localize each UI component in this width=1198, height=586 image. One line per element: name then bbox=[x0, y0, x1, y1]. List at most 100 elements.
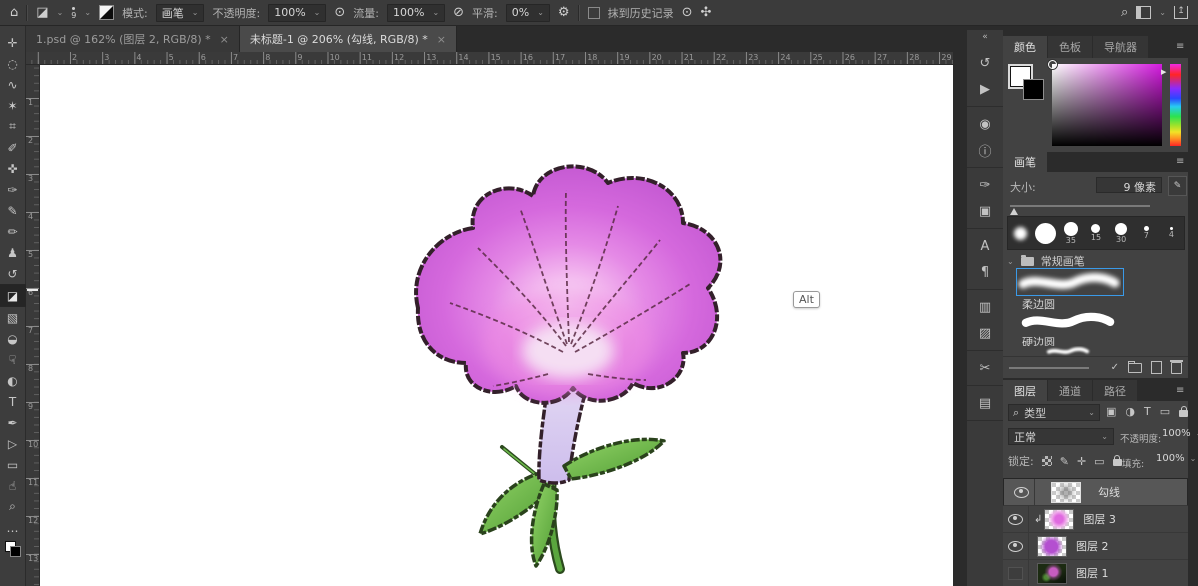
layer-row[interactable]: 图层 1 bbox=[1003, 560, 1188, 586]
clone-source-panel-icon[interactable]: ▣ bbox=[973, 202, 997, 220]
search-icon[interactable]: ⌕ bbox=[1121, 6, 1128, 19]
horizontal-ruler[interactable]: 2345678910111213141516171819202122232425… bbox=[26, 52, 953, 65]
share-icon[interactable]: ↥ bbox=[1174, 6, 1188, 19]
hue-strip[interactable] bbox=[1170, 64, 1181, 146]
shape-tool[interactable]: ▭ bbox=[1, 454, 25, 475]
layer-fill-select[interactable]: 100% ⌄ bbox=[1156, 453, 1196, 464]
layer-row[interactable]: 图层 2 bbox=[1003, 533, 1188, 560]
background-color-swatch[interactable] bbox=[1023, 79, 1044, 100]
crop-tool[interactable]: ⌗ bbox=[1, 116, 25, 137]
marquee-tool[interactable]: ◌ bbox=[1, 53, 25, 74]
close-icon[interactable]: × bbox=[437, 33, 446, 46]
airbrush-icon[interactable]: ⊘ bbox=[453, 6, 464, 19]
layer-row[interactable]: ↲图层 3 bbox=[1003, 506, 1188, 533]
eraser-tool-icon[interactable]: ◪ bbox=[36, 6, 48, 19]
brush-settings-toggle-button[interactable]: ✎ bbox=[1168, 176, 1187, 196]
filter-pixel-layers-icon[interactable]: ▣ bbox=[1106, 405, 1116, 418]
gear-icon[interactable]: ⚙ bbox=[558, 6, 570, 19]
panel-menu-icon[interactable]: ≡ bbox=[1176, 385, 1194, 396]
blur-tool[interactable]: ◒ bbox=[1, 328, 25, 349]
layer-filter-select[interactable]: ⌕ 类型 ⌄ bbox=[1008, 404, 1100, 421]
pressure-opacity-icon[interactable]: ⊙ bbox=[334, 6, 345, 19]
blend-mode-select[interactable]: 正常 ⌄ bbox=[1008, 428, 1114, 445]
chevron-down-icon[interactable]: ⌄ bbox=[57, 8, 64, 17]
layer-opacity-select[interactable]: 100% ⌄ bbox=[1162, 428, 1198, 439]
filter-adjustment-layers-icon[interactable]: ◑ bbox=[1125, 405, 1135, 418]
new-group-icon[interactable] bbox=[1128, 363, 1142, 373]
canvas[interactable] bbox=[40, 65, 953, 586]
brush-preset[interactable]: 15 bbox=[1083, 217, 1108, 249]
layer-thumbnail[interactable] bbox=[1037, 563, 1067, 584]
vertical-ruler[interactable]: 12345678910111213 bbox=[26, 65, 40, 586]
hidden-eye-box[interactable] bbox=[1008, 567, 1023, 580]
lock-all-icon[interactable] bbox=[1113, 459, 1122, 466]
color-field-cursor[interactable] bbox=[1048, 60, 1057, 69]
filter-type-layers-icon[interactable]: T bbox=[1144, 405, 1151, 418]
panel-menu-icon[interactable]: ≡ bbox=[1176, 41, 1183, 52]
brush-folder-row[interactable]: ⌄ 常规画笔 bbox=[1007, 253, 1085, 269]
close-icon[interactable]: × bbox=[220, 33, 229, 46]
layer-row[interactable]: 勾线 bbox=[1003, 478, 1188, 506]
character-panel-icon[interactable]: A bbox=[973, 237, 997, 255]
tab-layers[interactable]: 图层 bbox=[1003, 380, 1048, 401]
layer-thumbnail[interactable] bbox=[1044, 509, 1074, 530]
hand-tool[interactable]: ☝ bbox=[1, 475, 25, 496]
home-icon[interactable]: ⌂ bbox=[10, 6, 18, 19]
eye-icon[interactable] bbox=[1008, 541, 1023, 552]
workspace-switcher-icon[interactable] bbox=[1136, 6, 1151, 19]
smoothing-select[interactable]: 0%⌄ bbox=[506, 4, 550, 22]
tablet-pressure-toggle-icon[interactable] bbox=[99, 5, 114, 20]
layer-visibility-cell[interactable] bbox=[1009, 479, 1035, 505]
info-panel-icon[interactable]: ⓘ bbox=[973, 141, 997, 159]
toolbar-background-swatch[interactable] bbox=[10, 546, 21, 557]
tab-paths[interactable]: 路径 bbox=[1093, 380, 1138, 401]
flow-select[interactable]: 100%⌄ bbox=[387, 4, 445, 22]
opacity-select[interactable]: 100%⌄ bbox=[268, 4, 326, 22]
document-tab-2[interactable]: 未标题-1 @ 206% (勾线, RGB/8) *× bbox=[240, 26, 457, 52]
brush-item-thumbnail[interactable] bbox=[1016, 310, 1122, 332]
brush-preset[interactable]: 35 bbox=[1058, 217, 1083, 249]
layer-thumbnail[interactable] bbox=[1051, 482, 1081, 503]
spot-healing-tool[interactable]: ✜ bbox=[1, 158, 25, 179]
type-tool[interactable]: T bbox=[1, 391, 25, 412]
magic-wand-tool[interactable]: ✶ bbox=[1, 95, 25, 116]
mixer-brush-tool[interactable]: ✏ bbox=[1, 221, 25, 242]
tab-brushes[interactable]: 画笔 bbox=[1003, 152, 1048, 172]
brush-preset[interactable]: 4 bbox=[1159, 217, 1184, 249]
history-panel-icon[interactable]: ↺ bbox=[973, 54, 997, 72]
brush-preset[interactable]: 7 bbox=[1134, 217, 1159, 249]
brush-item-thumbnail[interactable] bbox=[1016, 268, 1124, 296]
lock-transparent-pixels-icon[interactable] bbox=[1042, 456, 1052, 466]
lock-image-pixels-icon[interactable]: ✎ bbox=[1060, 455, 1069, 468]
lock-position-icon[interactable]: ✛ bbox=[1077, 455, 1086, 468]
eye-icon[interactable] bbox=[1008, 514, 1023, 525]
chevron-down-icon[interactable]: ⌄ bbox=[84, 8, 91, 17]
brush-size-slider[interactable] bbox=[1010, 205, 1150, 207]
tool-presets-panel-icon[interactable]: ✂ bbox=[973, 359, 997, 377]
properties-panel-icon[interactable]: ◉ bbox=[973, 115, 997, 133]
pencil-tool[interactable]: ✎ bbox=[1, 200, 25, 221]
brush-preset[interactable] bbox=[1033, 217, 1058, 249]
more-tools[interactable]: … bbox=[1, 517, 25, 538]
filter-smart-objects-icon[interactable] bbox=[1179, 410, 1188, 417]
paragraph-panel-icon[interactable]: ¶ bbox=[973, 263, 997, 281]
tab-swatches[interactable]: 色板 bbox=[1048, 36, 1093, 58]
libraries-panel-icon[interactable]: ▥ bbox=[973, 298, 997, 316]
brush-tool[interactable]: ✑ bbox=[1, 179, 25, 200]
dodge-tool[interactable]: ◐ bbox=[1, 370, 25, 391]
move-tool[interactable]: ✛ bbox=[1, 32, 25, 53]
toolbar-color-swatches[interactable] bbox=[5, 541, 21, 557]
tab-color[interactable]: 颜色 bbox=[1003, 36, 1048, 58]
collapse-panels-icon[interactable]: « bbox=[982, 30, 988, 46]
lasso-tool[interactable]: ∿ bbox=[1, 74, 25, 95]
brush-size-slider-thumb[interactable] bbox=[1010, 208, 1018, 215]
smudge-tool[interactable]: ☟ bbox=[1, 349, 25, 370]
brush-size-field[interactable]: 9 像素 bbox=[1096, 177, 1162, 193]
lock-artboard-icon[interactable]: ▭ bbox=[1094, 455, 1104, 468]
foreground-background-swatches[interactable] bbox=[1010, 66, 1046, 102]
brush-preset[interactable]: 30 bbox=[1109, 217, 1134, 249]
gradient-tool[interactable]: ▧ bbox=[1, 307, 25, 328]
layer-visibility-cell[interactable] bbox=[1003, 560, 1029, 586]
erase-to-history-checkbox[interactable] bbox=[588, 7, 600, 19]
notes-panel-icon[interactable]: ▤ bbox=[973, 394, 997, 412]
